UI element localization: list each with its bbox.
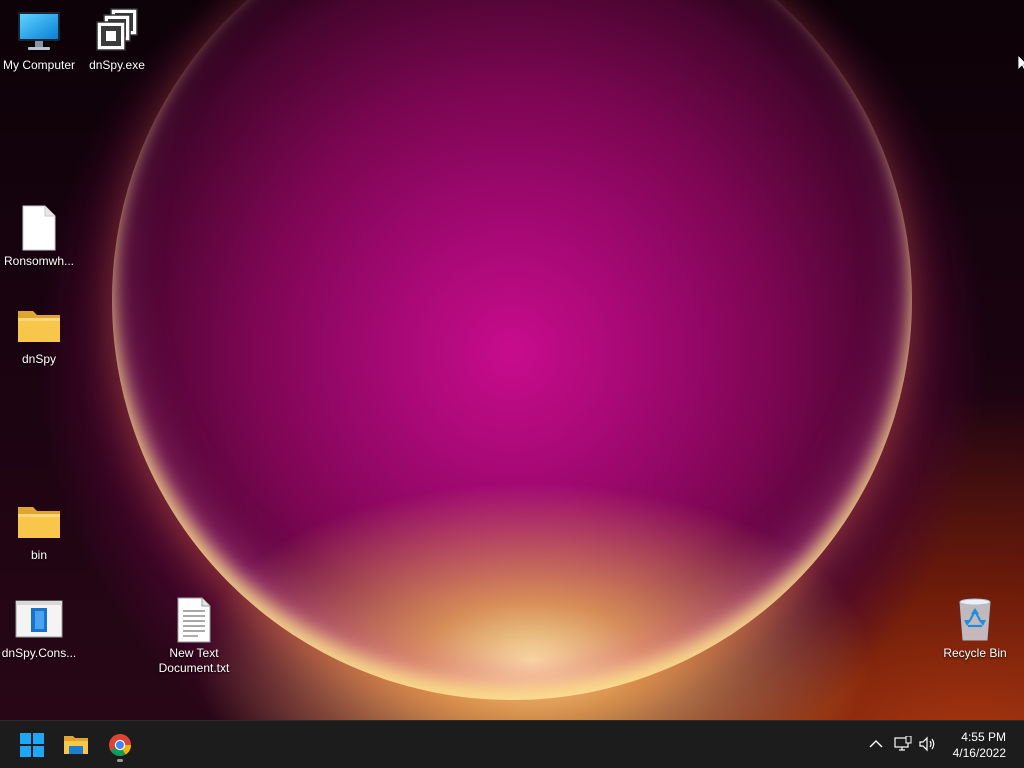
desktop[interactable]: My Computer dnSpy.exe Ronsomwh... dnSpy [0, 0, 1024, 768]
taskbar-file-explorer-button[interactable] [58, 727, 94, 763]
blank-file-icon [22, 205, 56, 251]
desktop-icon-label: dnSpy.Cons... [1, 646, 77, 660]
taskbar: 4:55 PM 4/16/2022 [0, 720, 1024, 768]
chevron-up-icon [869, 740, 883, 748]
clock-time: 4:55 PM [961, 730, 1006, 744]
desktop-icon-ronsomwh-file[interactable]: Ronsomwh... [0, 204, 78, 269]
desktop-icon-label: bin [30, 548, 47, 562]
desktop-icon-bin-folder[interactable]: bin [0, 498, 78, 563]
folder-icon [18, 507, 60, 538]
desktop-icon-recycle-bin[interactable]: Recycle Bin [936, 596, 1014, 661]
windows-logo-icon [20, 733, 44, 757]
desktop-icon-dnspy-console[interactable]: dnSpy.Cons... [0, 596, 78, 661]
desktop-icon-label: New Text Document.txt [158, 646, 230, 675]
desktop-icon-label: dnSpy [21, 352, 57, 366]
running-indicator [117, 759, 123, 762]
file-explorer-icon [64, 736, 88, 754]
desktop-icon-label: My Computer [2, 58, 76, 72]
chrome-icon [109, 734, 131, 756]
desktop-icon-dnspy-exe[interactable]: dnSpy.exe [78, 8, 156, 73]
text-file-icon [177, 597, 211, 643]
app-window-icon [96, 8, 138, 51]
recycle-bin-icon [959, 598, 991, 641]
taskbar-chrome-button[interactable] [102, 727, 138, 763]
volume-button[interactable] [917, 733, 939, 755]
mouse-cursor-icon [1018, 55, 1024, 71]
show-hidden-icons-button[interactable] [865, 733, 887, 755]
volume-icon [919, 736, 935, 752]
folder-icon [18, 311, 60, 342]
console-app-icon [15, 600, 63, 638]
desktop-icon-new-text-document[interactable]: New Text Document.txt [155, 596, 233, 676]
desktop-icon-label: Ronsomwh... [3, 254, 75, 268]
clock-date: 4/16/2022 [952, 746, 1006, 760]
network-status-button[interactable] [892, 733, 914, 755]
network-icon [894, 736, 912, 751]
desktop-icon-label: dnSpy.exe [89, 58, 145, 72]
start-button[interactable] [14, 727, 50, 763]
wallpaper-glow [112, 0, 912, 700]
monitor-icon [18, 12, 60, 50]
desktop-icon-dnspy-folder[interactable]: dnSpy [0, 302, 78, 367]
clock[interactable]: 4:55 PM 4/16/2022 [953, 729, 1006, 761]
desktop-icon-label: Recycle Bin [943, 646, 1007, 660]
desktop-icon-my-computer[interactable]: My Computer [0, 8, 78, 73]
